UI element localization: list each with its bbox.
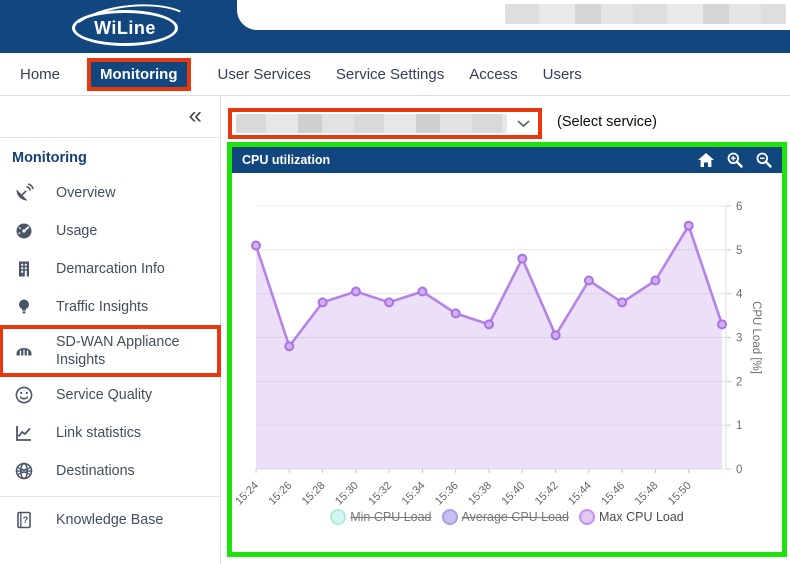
svg-text:15:34: 15:34 bbox=[400, 480, 428, 507]
lightbulb-icon bbox=[14, 297, 34, 317]
sidebar-menu: Overview Usage Demarcation Info Traffic Ins… bbox=[0, 174, 221, 540]
svg-text:15:44: 15:44 bbox=[566, 480, 594, 507]
sidebar-item-label: Destinations bbox=[56, 463, 135, 479]
wiline-logo[interactable]: WiLine bbox=[72, 10, 178, 46]
svg-text:?: ? bbox=[23, 514, 29, 524]
sidebar-item-label: Knowledge Base bbox=[56, 511, 164, 528]
legend-marker-icon bbox=[330, 509, 347, 525]
sidebar-item-sd-wan-appliance-insights[interactable]: SD-WAN Appliance Insights bbox=[0, 325, 221, 377]
satellite-icon bbox=[14, 183, 34, 203]
nav-item-monitoring[interactable]: Monitoring bbox=[86, 57, 191, 91]
logo-text: WiLine bbox=[94, 17, 156, 38]
svg-text:15:30: 15:30 bbox=[333, 480, 361, 507]
svg-text:6: 6 bbox=[736, 201, 742, 213]
gauge-icon bbox=[14, 221, 34, 241]
building-icon bbox=[14, 259, 34, 279]
svg-text:4: 4 bbox=[736, 289, 743, 301]
sidebar: « Monitoring Overview Usage Demarcation In… bbox=[0, 96, 221, 564]
nav-item-user-services[interactable]: User Services bbox=[218, 66, 311, 83]
svg-text:15:46: 15:46 bbox=[599, 480, 627, 507]
legend-label: Average CPU Load bbox=[461, 510, 569, 524]
panel-header: CPU utilization bbox=[232, 147, 782, 173]
nav-item-users[interactable]: Users bbox=[543, 66, 582, 83]
legend-entry-average-cpu-load[interactable]: Average CPU Load bbox=[441, 509, 569, 525]
sidebar-item-label: SD-WAN Appliance Insights bbox=[56, 334, 180, 368]
svg-text:3: 3 bbox=[736, 333, 742, 345]
primary-nav: Home Monitoring User Services Service Setti… bbox=[0, 53, 790, 96]
svg-text:0: 0 bbox=[736, 464, 742, 476]
chart-area: 0 1 2 3 4 5 6 CPU Load [%] 15:24 15:26 15:28 15:30 1… bbox=[232, 173, 782, 552]
svg-text:15:48: 15:48 bbox=[633, 480, 661, 507]
svg-text:15:28: 15:28 bbox=[300, 480, 328, 507]
svg-text:2: 2 bbox=[736, 376, 742, 388]
globe-icon bbox=[14, 461, 34, 481]
svg-text:15:38: 15:38 bbox=[466, 480, 494, 507]
svg-text:15:50: 15:50 bbox=[666, 480, 694, 507]
smiley-icon bbox=[14, 385, 34, 405]
sidebar-item-label: Demarcation Info bbox=[56, 261, 165, 277]
cpu-utilization-panel: CPU utilization 0 1 2 3 4 5 6 CPU Load [%] 15:24… bbox=[227, 142, 787, 557]
svg-text:CPU Load [%]: CPU Load [%] bbox=[750, 301, 762, 374]
sidebar-item-overview[interactable]: Overview bbox=[0, 174, 220, 212]
sidebar-item-label: Usage bbox=[56, 223, 98, 239]
nav-item-service-settings[interactable]: Service Settings bbox=[336, 66, 444, 83]
legend-label: Min CPU Load bbox=[350, 510, 432, 524]
panel-title: CPU utilization bbox=[242, 153, 331, 167]
sidebar-item-label: Service Quality bbox=[56, 387, 153, 403]
sidebar-collapse-icon[interactable]: « bbox=[189, 102, 202, 130]
svg-text:15:24: 15:24 bbox=[233, 480, 261, 507]
legend-marker-icon bbox=[441, 509, 458, 525]
home-icon[interactable] bbox=[698, 153, 714, 167]
nav-item-access[interactable]: Access bbox=[469, 66, 517, 83]
svg-text:5: 5 bbox=[736, 245, 742, 257]
service-select-dropdown[interactable] bbox=[232, 112, 538, 135]
sidebar-section-title: Monitoring bbox=[12, 150, 87, 166]
chevron-down-icon bbox=[517, 120, 530, 128]
svg-text:15:32: 15:32 bbox=[366, 480, 394, 507]
sidebar-item-destinations[interactable]: Destinations bbox=[0, 452, 220, 490]
legend-entry-max-cpu-load[interactable]: Max CPU Load bbox=[579, 509, 684, 525]
app-header: WiLine bbox=[0, 0, 790, 53]
legend-label: Max CPU Load bbox=[599, 510, 684, 524]
legend-marker-icon bbox=[579, 509, 595, 525]
sidebar-item-label: Traffic Insights bbox=[56, 299, 149, 315]
legend-entry-min-cpu-load[interactable]: Min CPU Load bbox=[330, 509, 432, 525]
line-chart-icon bbox=[14, 423, 34, 443]
chart-legend: Min CPU Load Average CPU Load Max CPU Load bbox=[232, 509, 782, 525]
zoom-in-icon[interactable] bbox=[727, 152, 743, 168]
sidebar-item-link-statistics[interactable]: Link statistics bbox=[0, 414, 220, 452]
panel-toolbar bbox=[698, 152, 772, 168]
select-service-hint: (Select service) bbox=[557, 114, 657, 130]
svg-text:15:40: 15:40 bbox=[499, 480, 527, 507]
svg-text:15:26: 15:26 bbox=[266, 480, 294, 507]
sidebar-item-knowledge-base[interactable]: ? Knowledge Base bbox=[0, 496, 220, 540]
router-icon bbox=[14, 341, 34, 361]
zoom-out-icon[interactable] bbox=[756, 152, 772, 168]
header-search-area[interactable] bbox=[237, 0, 790, 30]
sidebar-item-label: Overview bbox=[56, 185, 116, 201]
book-icon: ? bbox=[14, 510, 34, 530]
sidebar-item-demarcation-info[interactable]: Demarcation Info bbox=[0, 250, 220, 288]
svg-text:1: 1 bbox=[736, 420, 742, 432]
redacted-service-name bbox=[236, 114, 507, 133]
sidebar-item-usage[interactable]: Usage bbox=[0, 212, 220, 250]
sidebar-item-service-quality[interactable]: Service Quality bbox=[0, 376, 220, 414]
sidebar-item-label: Link statistics bbox=[56, 425, 142, 441]
main-content: (Select service) CPU utilization 0 1 2 3 4 5 6… bbox=[222, 96, 790, 564]
nav-item-home[interactable]: Home bbox=[20, 66, 60, 83]
sidebar-item-traffic-insights[interactable]: Traffic Insights bbox=[0, 288, 220, 326]
service-select-annotation bbox=[228, 108, 542, 139]
sidebar-head bbox=[0, 96, 220, 138]
svg-text:15:36: 15:36 bbox=[433, 480, 461, 507]
redacted-account-text bbox=[505, 4, 786, 24]
svg-text:15:42: 15:42 bbox=[533, 480, 561, 507]
cpu-load-chart[interactable]: 0123456CPU Load [%]15:24 15:26 15:28 15:30 1… bbox=[232, 173, 782, 507]
